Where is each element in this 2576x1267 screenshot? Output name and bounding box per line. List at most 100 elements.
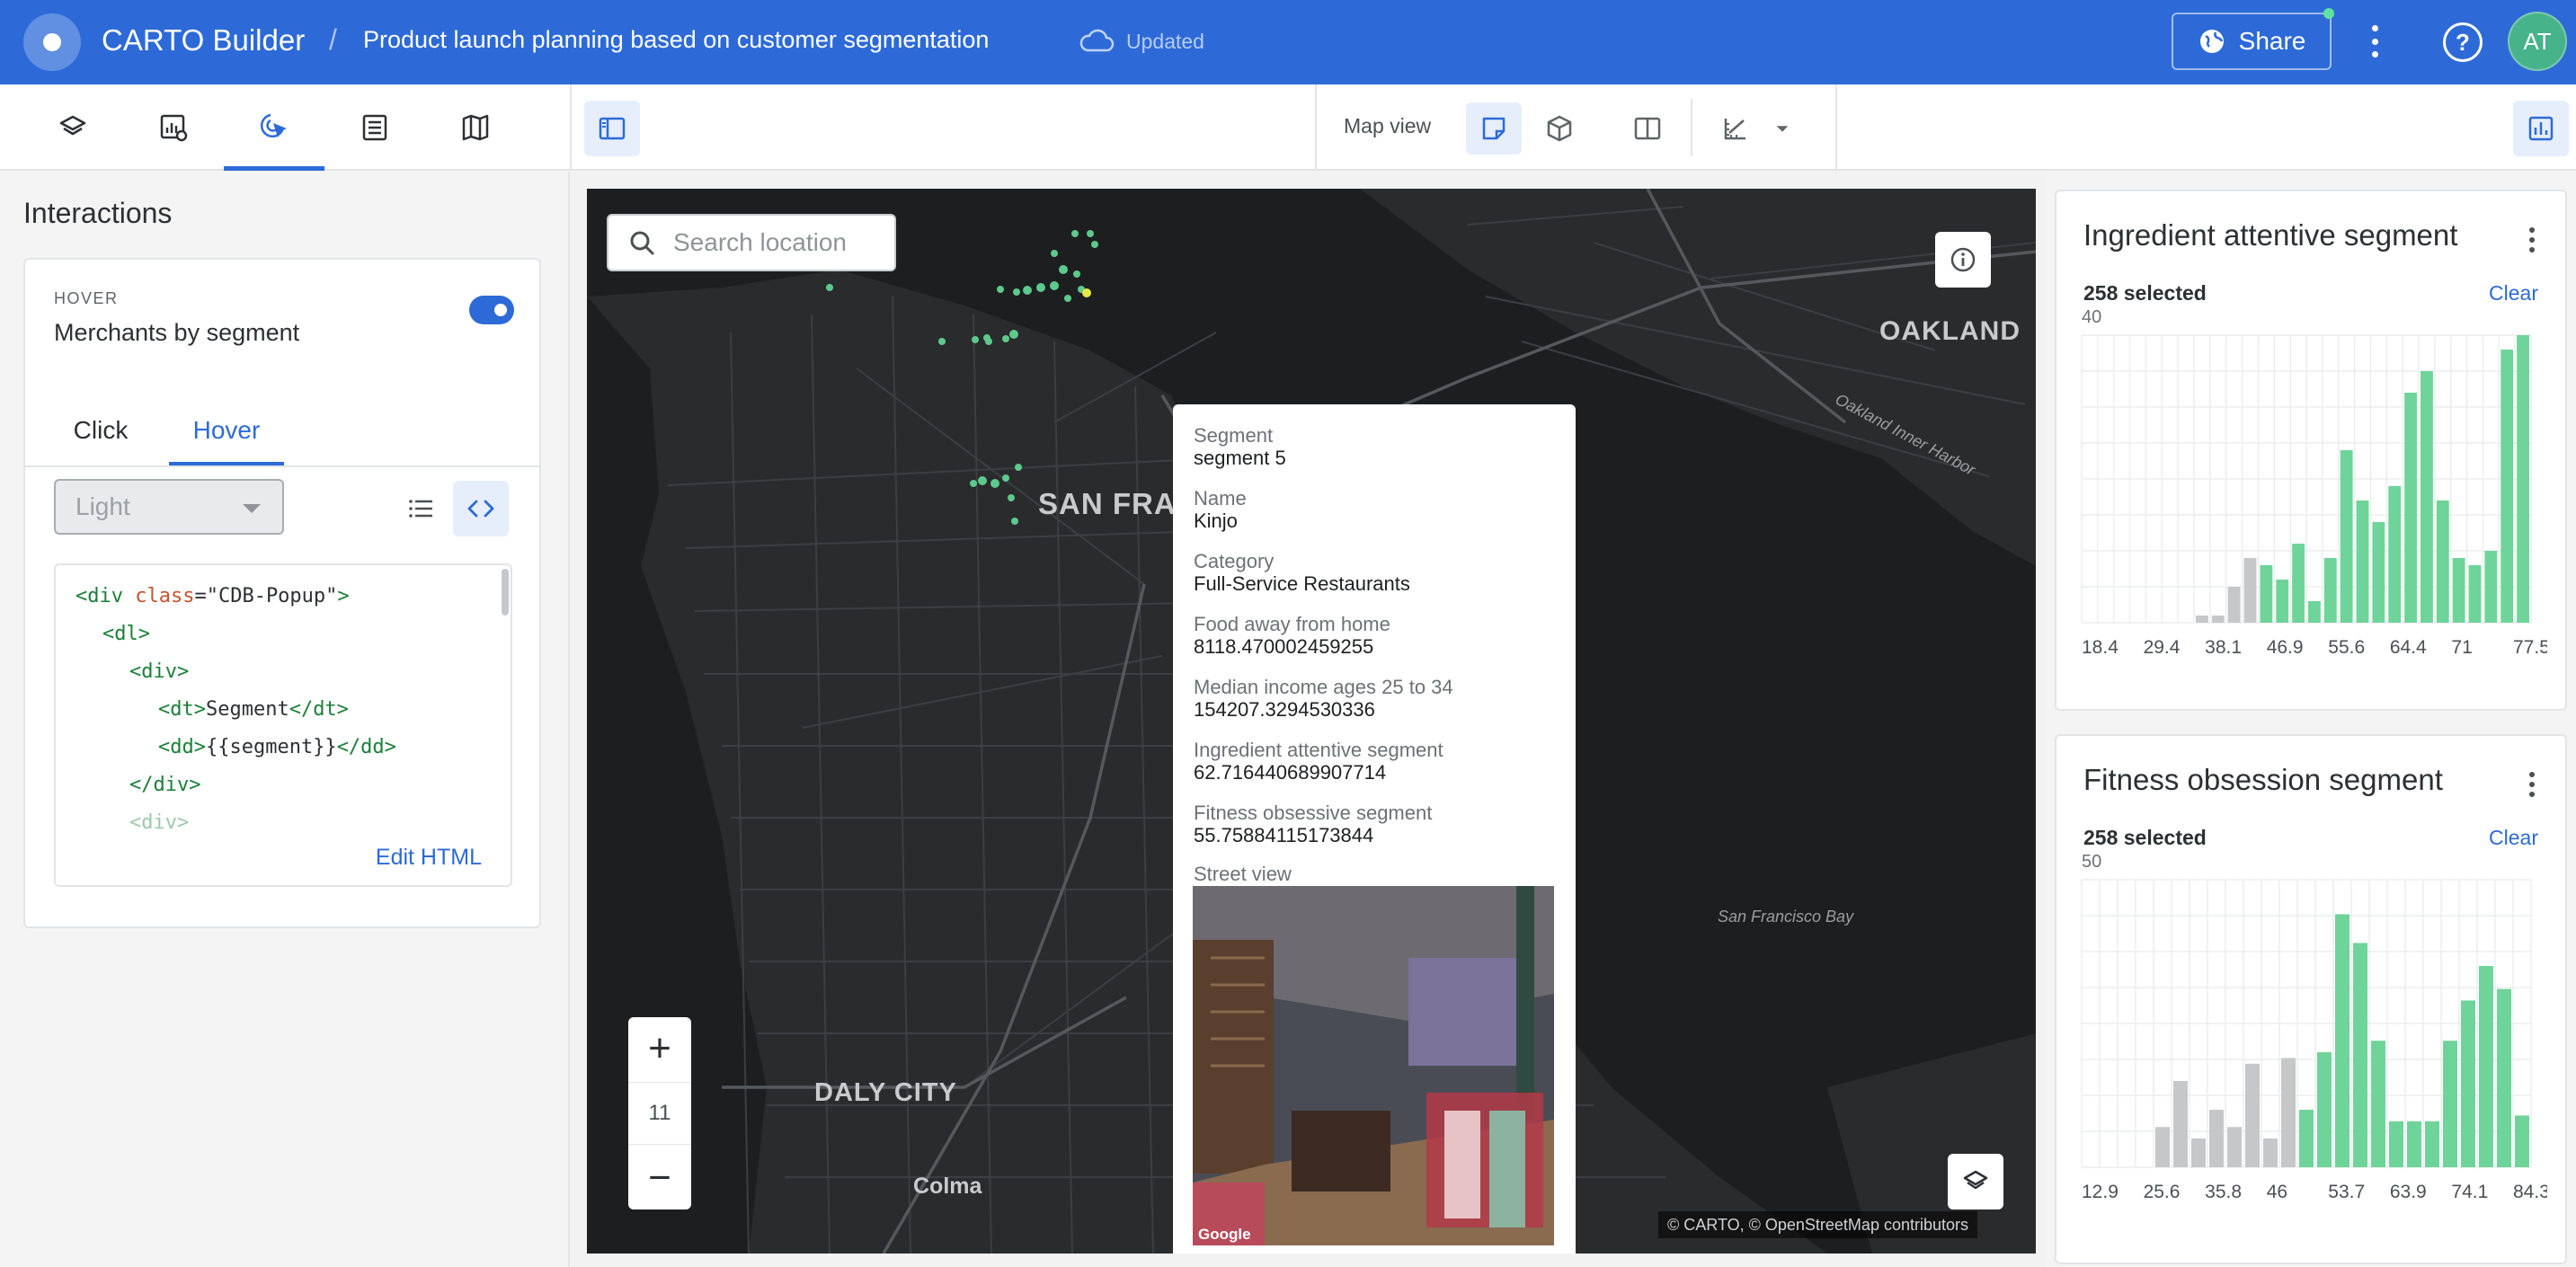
tab-click[interactable]: Click: [59, 394, 142, 466]
histogram-bar: [2371, 1041, 2385, 1167]
cloud-saved-icon: [1079, 29, 1115, 52]
chart-panel-icon: [2528, 116, 2554, 141]
histogram-chart[interactable]: 50 12.9 25.6 35.8 46 53.7 63.9 74.1 84.3: [2080, 853, 2547, 1257]
histogram-bar: [2173, 1081, 2188, 1167]
code-line: <div>: [129, 811, 190, 834]
city-label: DALY CITY: [814, 1078, 957, 1107]
widgets-tab[interactable]: [123, 84, 224, 171]
interactions-tab[interactable]: [224, 84, 324, 171]
map-info-button[interactable]: [1935, 232, 1991, 288]
search-location-input[interactable]: Search location: [607, 214, 896, 271]
measure-dropdown[interactable]: [1764, 102, 1800, 155]
share-button[interactable]: Share: [2172, 13, 2332, 70]
toggle-left-panel-button[interactable]: [584, 101, 640, 156]
x-tick-label: 77.5: [2513, 637, 2547, 658]
popup-label: Ingredient attentive segment: [1194, 739, 1443, 761]
hover-popup: Segment segment 5 Name Kinjo Category Fu…: [1173, 404, 1576, 1254]
measure-tool-button[interactable]: [1708, 102, 1763, 155]
zoom-out-button[interactable]: −: [628, 1147, 691, 1209]
interactions-icon: [260, 113, 287, 138]
histogram-chart[interactable]: 40 18.4 29.4 38.1 46.9 55.6 64.4 71 77.5: [2080, 308, 2547, 704]
popup-label: Fitness obsessive segment: [1194, 802, 1433, 824]
caret-down-icon: [1776, 126, 1789, 132]
basemap-tab[interactable]: [425, 84, 526, 171]
popup-style-select[interactable]: Light: [54, 479, 284, 535]
tabs-divider: [25, 465, 539, 467]
water-label: San Francisco Bay: [1718, 908, 1854, 926]
histogram-bar: [2517, 335, 2529, 623]
edit-html-link[interactable]: Edit HTML: [376, 845, 482, 871]
widgets-settings-icon: [160, 114, 188, 142]
histogram-bar: [2372, 522, 2385, 623]
x-tick-label: 53.7: [2328, 1182, 2365, 1202]
breadcrumb-separator: /: [329, 23, 337, 56]
x-tick-label: 71: [2451, 637, 2472, 658]
layers-tab[interactable]: [22, 84, 123, 171]
clear-selection-button[interactable]: Clear: [2489, 281, 2538, 306]
2d-map-icon: [1482, 117, 1506, 140]
code-line: </div>: [129, 774, 201, 796]
layer-name: Merchants by segment: [54, 319, 300, 346]
code-line: <div class="CDB-Popup">: [76, 585, 350, 607]
3d-view-button[interactable]: [1532, 102, 1587, 155]
histogram-bar: [2323, 558, 2337, 623]
interaction-toggle[interactable]: [469, 296, 514, 324]
histogram-bar: [2421, 371, 2433, 623]
popup-value: Kinjo: [1194, 509, 1238, 532]
x-tick-label: 46: [2267, 1182, 2287, 1202]
histogram-bar: [2461, 1000, 2475, 1167]
html-code-button[interactable]: [453, 481, 509, 536]
info-icon: [1950, 247, 1976, 272]
editor-scrollbar[interactable]: [502, 569, 509, 616]
histogram-bar: [2191, 1139, 2206, 1167]
histogram-bar: [2292, 544, 2305, 623]
widget-menu-icon[interactable]: [2529, 227, 2536, 253]
caret-down-icon: [243, 504, 261, 513]
popup-label: Name: [1194, 487, 1247, 509]
carto-logo[interactable]: [23, 13, 81, 71]
histogram-bar: [2196, 616, 2208, 623]
ruler-icon: [1724, 119, 1745, 140]
toolbar-divider: [1691, 99, 1692, 156]
layers-icon: [1963, 1170, 1988, 1190]
user-avatar[interactable]: AT: [2508, 12, 2567, 71]
globe-icon: [2199, 30, 2224, 53]
toggle-widgets-panel-button[interactable]: [2513, 101, 2569, 156]
help-icon[interactable]: ?: [2443, 22, 2483, 62]
histogram-bar: [2227, 1127, 2242, 1167]
histogram-bar: [2443, 1041, 2457, 1167]
code-line: <dd>{{segment}}</dd>: [158, 736, 396, 758]
more-options-icon[interactable]: [2362, 22, 2387, 61]
split-view-button[interactable]: [1620, 102, 1675, 155]
histogram-bar: [2484, 551, 2498, 623]
top-bar: CARTO Builder / Product launch planning …: [0, 0, 2576, 84]
panel-title: Interactions: [23, 197, 173, 229]
popup-label: Median income ages 25 to 34: [1194, 676, 1453, 698]
x-tick-label: 38.1: [2205, 637, 2242, 658]
widget-title: Ingredient attentive segment: [2083, 218, 2458, 252]
x-tick-label: 64.4: [2390, 637, 2427, 658]
zoom-level: 11: [628, 1082, 691, 1145]
2d-view-button[interactable]: [1466, 102, 1522, 155]
histogram-bar: [2263, 1139, 2278, 1167]
tab-hover[interactable]: Hover: [169, 394, 284, 466]
toolbar-divider: [1835, 84, 1837, 171]
x-tick-label: 35.8: [2205, 1182, 2242, 1202]
data-table-icon: [362, 114, 387, 141]
widget-menu-icon[interactable]: [2529, 772, 2536, 797]
street-view-image: Google: [1193, 886, 1554, 1245]
x-tick-label: 84.3: [2513, 1182, 2547, 1202]
histogram-bar: [2245, 1063, 2260, 1167]
html-code-editor[interactable]: <div class="CDB-Popup"> <dl> <div> <dt>S…: [54, 563, 512, 887]
data-table-tab[interactable]: [324, 84, 425, 171]
clear-selection-button[interactable]: Clear: [2489, 826, 2538, 850]
split-view-icon: [1634, 117, 1661, 140]
list-icon: [409, 500, 432, 518]
fields-list-button[interactable]: [394, 481, 449, 536]
app-title: CARTO Builder: [102, 23, 306, 57]
legend-layers-button[interactable]: [1948, 1154, 2003, 1209]
map-title[interactable]: Product launch planning based on custome…: [363, 26, 989, 54]
zoom-in-button[interactable]: +: [628, 1017, 691, 1080]
histogram-bar: [2299, 1110, 2314, 1167]
map-attribution[interactable]: © CARTO, © OpenStreetMap contributors: [1658, 1211, 1977, 1238]
